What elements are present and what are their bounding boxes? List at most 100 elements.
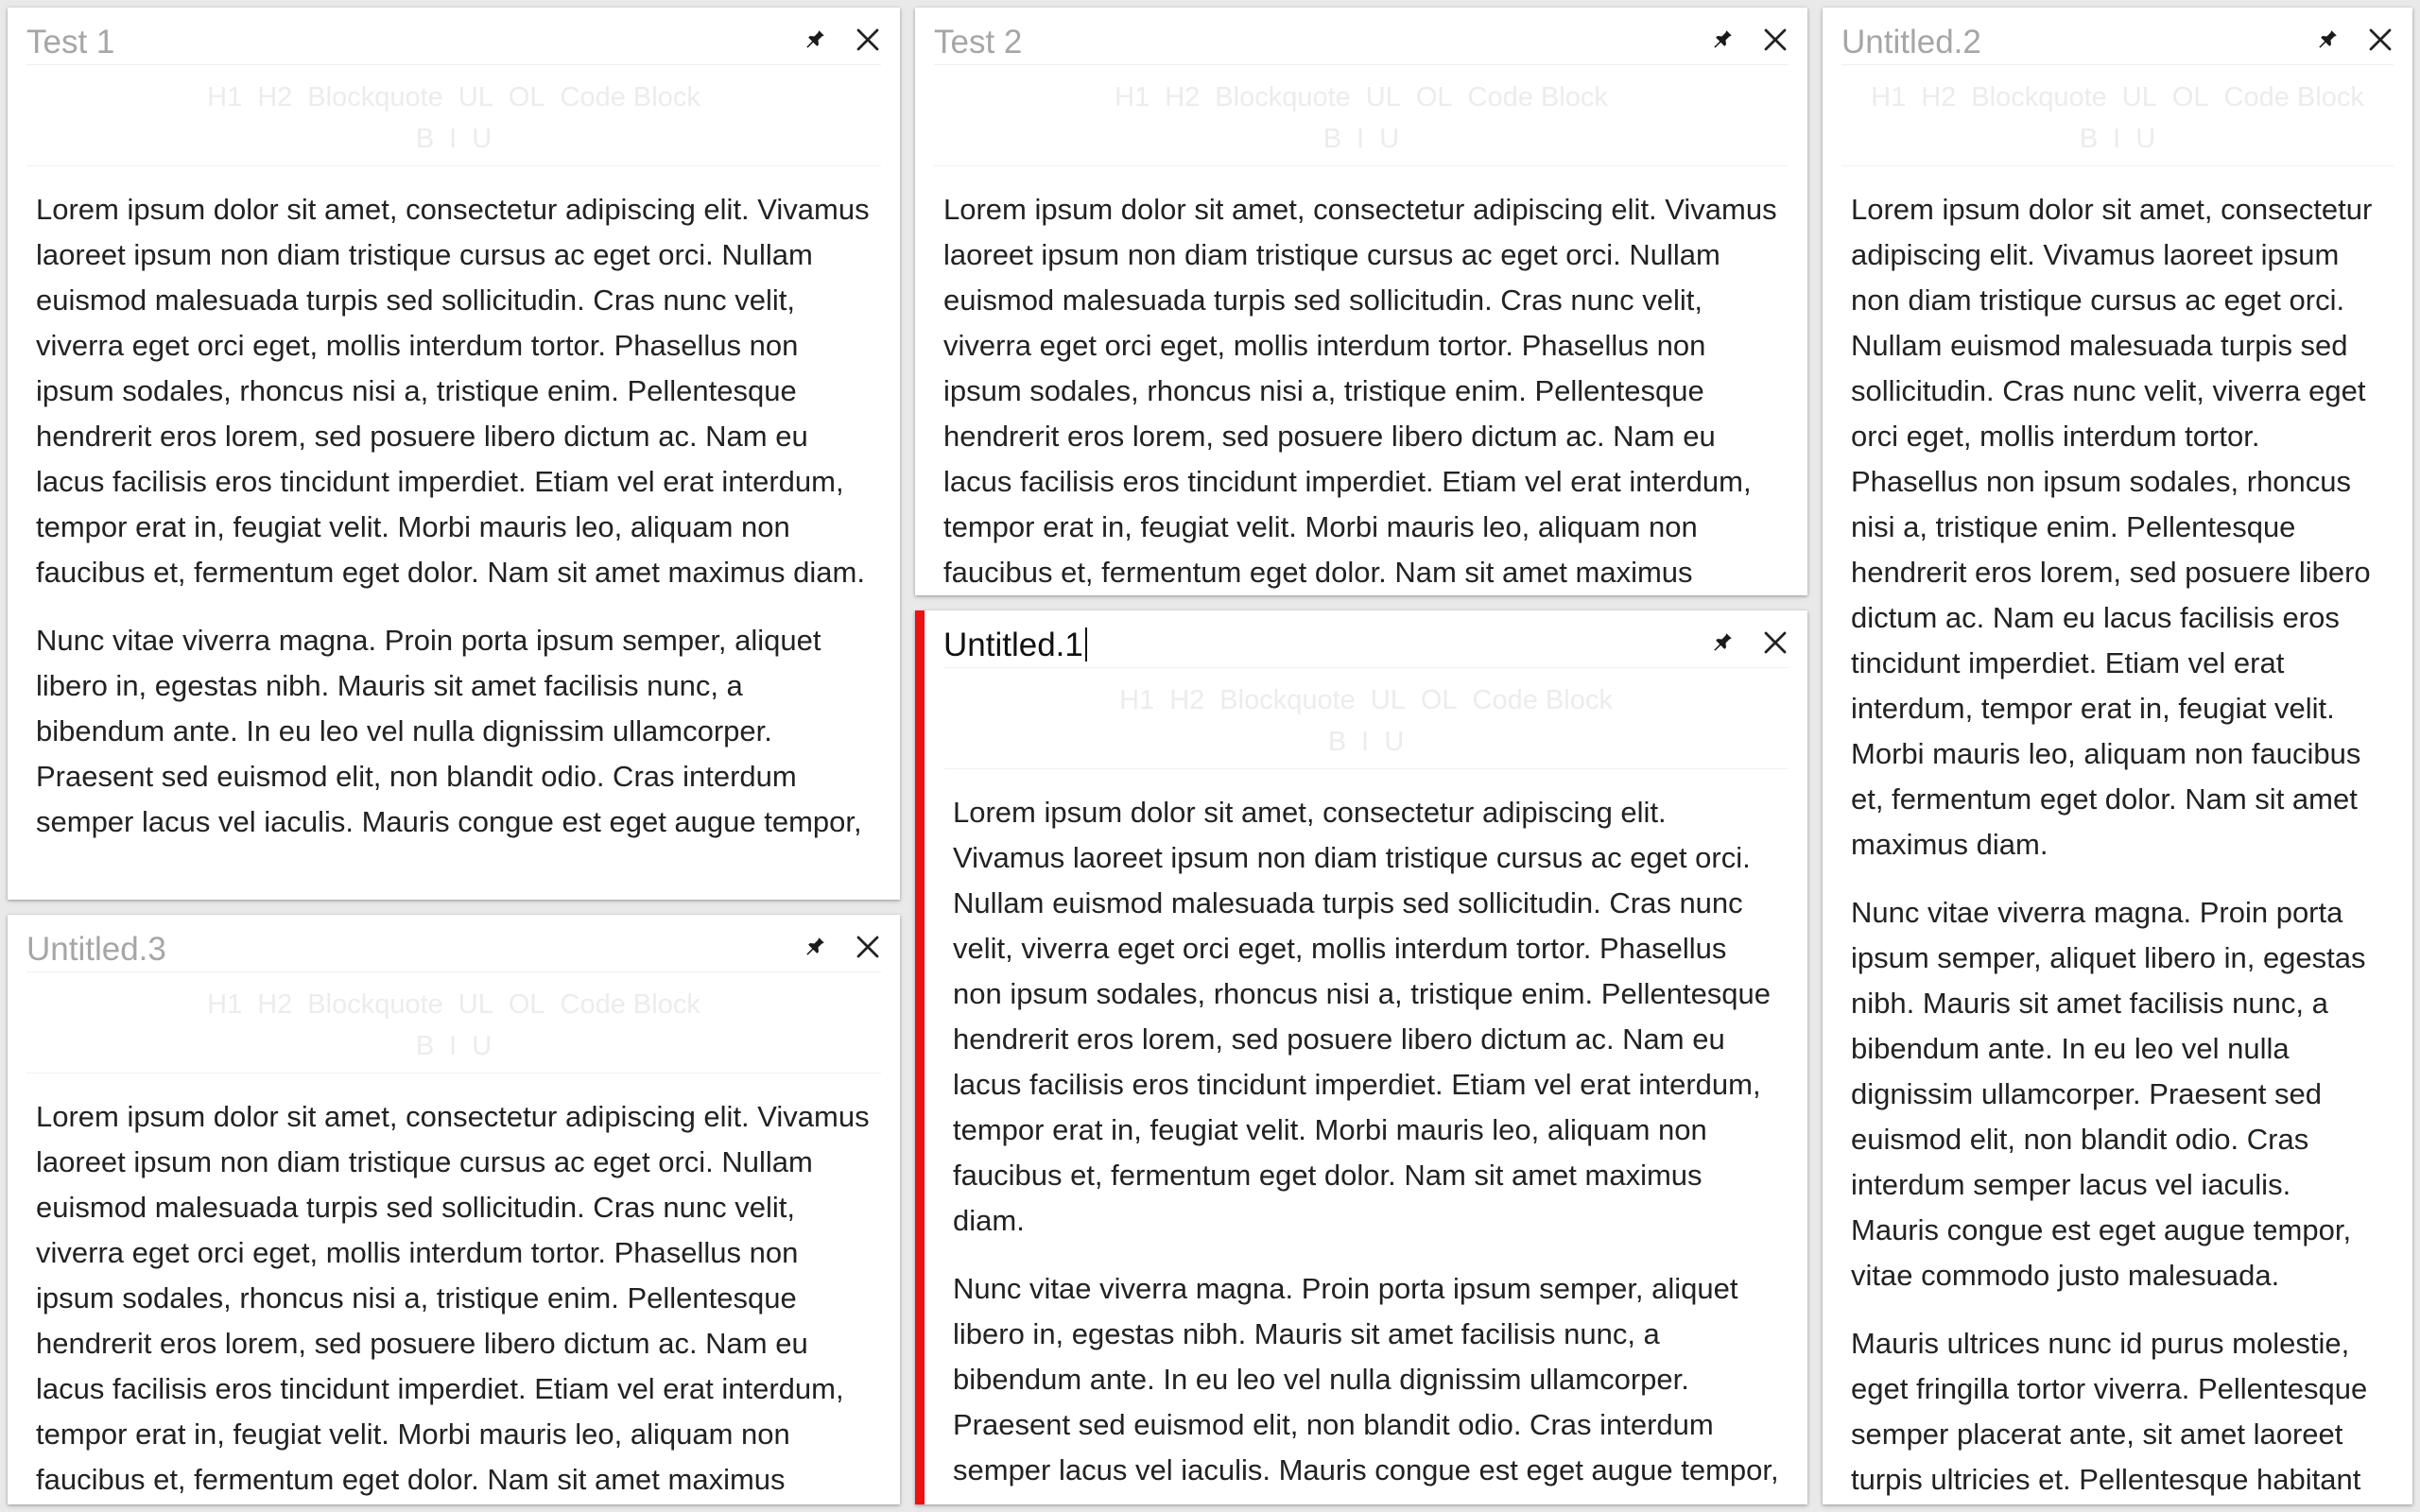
format-ol-button[interactable]: OL bbox=[2172, 77, 2209, 118]
note-title-row: Test 1 bbox=[26, 8, 881, 65]
note-paragraph: Nunc vitae viverra magna. Proin porta ip… bbox=[36, 624, 862, 838]
note-title-text: Test 2 bbox=[934, 24, 1023, 60]
format-blockquote-button[interactable]: Blockquote bbox=[307, 77, 443, 118]
format-h1-button[interactable]: H1 bbox=[1119, 679, 1154, 721]
format-ol-button[interactable]: OL bbox=[1421, 679, 1458, 721]
format-toolbar: H1 H2 Blockquote UL OL Code Block BIU bbox=[943, 668, 1789, 769]
format-italic-button[interactable]: I bbox=[1361, 721, 1369, 763]
format-underline-button[interactable]: U bbox=[2135, 118, 2155, 160]
close-icon[interactable] bbox=[849, 21, 887, 59]
note-title-text: Untitled.1 bbox=[943, 627, 1083, 663]
close-icon[interactable] bbox=[2361, 21, 2399, 59]
format-code-block-button[interactable]: Code Block bbox=[2224, 77, 2364, 118]
pin-icon[interactable] bbox=[1703, 624, 1741, 662]
close-icon[interactable] bbox=[849, 928, 887, 966]
format-toolbar: H1 H2 Blockquote UL OL Code Block BIU bbox=[934, 65, 1789, 166]
note-paragraph: Lorem ipsum dolor sit amet, consectetur … bbox=[1851, 193, 2373, 861]
note-card-untitled-3: Untitled.3 H1 H2 Blockquote UL OL Code Block … bbox=[8, 915, 900, 1504]
format-h2-button[interactable]: H2 bbox=[257, 77, 292, 118]
note-title-text: Untitled.2 bbox=[1841, 24, 1981, 60]
format-bold-button[interactable]: B bbox=[416, 1025, 434, 1067]
format-italic-button[interactable]: I bbox=[449, 118, 457, 160]
note-title-row: Untitled.2 bbox=[1841, 8, 2394, 65]
note-title[interactable]: Untitled.3 bbox=[26, 930, 166, 970]
format-underline-button[interactable]: U bbox=[1379, 118, 1399, 160]
format-ul-button[interactable]: UL bbox=[2122, 77, 2157, 118]
note-paragraph: Lorem ipsum dolor sit amet, consectetur … bbox=[953, 796, 1772, 1237]
format-code-block-button[interactable]: Code Block bbox=[561, 77, 700, 118]
format-bold-button[interactable]: B bbox=[2080, 118, 2098, 160]
note-content[interactable]: Lorem ipsum dolor sit amet, consectetur … bbox=[925, 769, 1807, 1493]
note-paragraph: Mauris ultrices nunc id purus molestie, … bbox=[1851, 1327, 2368, 1496]
format-italic-button[interactable]: I bbox=[449, 1025, 457, 1067]
format-italic-button[interactable]: I bbox=[2113, 118, 2120, 160]
format-bold-button[interactable]: B bbox=[416, 118, 434, 160]
format-blockquote-button[interactable]: Blockquote bbox=[307, 984, 443, 1025]
note-title[interactable]: Untitled.2 bbox=[1841, 23, 1981, 62]
format-toolbar-block-row: H1 H2 Blockquote UL OL Code Block bbox=[1841, 77, 2394, 118]
format-toolbar-block-row: H1 H2 Blockquote UL OL Code Block bbox=[26, 77, 881, 118]
pin-icon[interactable] bbox=[2308, 21, 2346, 59]
format-bold-button[interactable]: B bbox=[1328, 721, 1346, 763]
note-card-untitled-2: Untitled.2 H1 H2 Blockquote UL OL Code Block … bbox=[1823, 8, 2412, 1504]
format-ul-button[interactable]: UL bbox=[1366, 77, 1401, 118]
format-h2-button[interactable]: H2 bbox=[1921, 77, 1956, 118]
format-toolbar-block-row: H1 H2 Blockquote UL OL Code Block bbox=[943, 679, 1789, 721]
note-title-row: Untitled.3 bbox=[26, 915, 881, 972]
format-underline-button[interactable]: U bbox=[1384, 721, 1404, 763]
format-code-block-button[interactable]: Code Block bbox=[1468, 77, 1608, 118]
format-toolbar-inline-row: BIU bbox=[943, 721, 1789, 763]
note-content[interactable]: Lorem ipsum dolor sit amet, consectetur … bbox=[8, 1074, 900, 1503]
note-title[interactable]: Test 2 bbox=[934, 23, 1022, 62]
note-title-text: Untitled.3 bbox=[26, 931, 166, 968]
note-card-test-2: Test 2 H1 H2 Blockquote UL OL Code Block BIU … bbox=[915, 8, 1807, 595]
format-h1-button[interactable]: H1 bbox=[207, 77, 242, 118]
format-ol-button[interactable]: OL bbox=[1416, 77, 1453, 118]
format-toolbar-inline-row: BIU bbox=[26, 118, 881, 160]
format-ul-button[interactable]: UL bbox=[458, 984, 493, 1025]
pin-icon[interactable] bbox=[796, 928, 834, 966]
format-toolbar-inline-row: BIU bbox=[1841, 118, 2394, 160]
note-paragraph: Nunc vitae viverra magna. Proin porta ip… bbox=[953, 1272, 1779, 1486]
format-toolbar-block-row: H1 H2 Blockquote UL OL Code Block bbox=[26, 984, 881, 1025]
close-icon[interactable] bbox=[1756, 624, 1794, 662]
format-h2-button[interactable]: H2 bbox=[1169, 679, 1204, 721]
format-toolbar-inline-row: BIU bbox=[934, 118, 1789, 160]
format-h1-button[interactable]: H1 bbox=[1871, 77, 1906, 118]
format-italic-button[interactable]: I bbox=[1357, 118, 1364, 160]
format-toolbar-inline-row: BIU bbox=[26, 1025, 881, 1067]
format-blockquote-button[interactable]: Blockquote bbox=[1215, 77, 1351, 118]
note-paragraph: Nunc vitae viverra magna. Proin porta ip… bbox=[1851, 896, 2366, 1292]
format-toolbar: H1 H2 Blockquote UL OL Code Block BIU bbox=[1841, 65, 2394, 166]
note-title[interactable]: Test 1 bbox=[26, 23, 114, 62]
format-toolbar: H1 H2 Blockquote UL OL Code Block BIU bbox=[26, 972, 881, 1074]
format-blockquote-button[interactable]: Blockquote bbox=[1971, 77, 2107, 118]
note-title[interactable]: Untitled.1 bbox=[943, 626, 1087, 665]
format-ul-button[interactable]: UL bbox=[458, 77, 493, 118]
format-ol-button[interactable]: OL bbox=[509, 984, 545, 1025]
format-blockquote-button[interactable]: Blockquote bbox=[1219, 679, 1356, 721]
pin-icon[interactable] bbox=[796, 21, 834, 59]
format-h2-button[interactable]: H2 bbox=[1165, 77, 1200, 118]
close-icon[interactable] bbox=[1756, 21, 1794, 59]
note-content[interactable]: Lorem ipsum dolor sit amet, consectetur … bbox=[1823, 166, 2412, 1503]
format-code-block-button[interactable]: Code Block bbox=[1473, 679, 1613, 721]
note-title-text: Test 1 bbox=[26, 24, 115, 60]
format-toolbar-block-row: H1 H2 Blockquote UL OL Code Block bbox=[934, 77, 1789, 118]
format-underline-button[interactable]: U bbox=[472, 1025, 492, 1067]
note-content[interactable]: Lorem ipsum dolor sit amet, consectetur … bbox=[8, 166, 900, 845]
note-content[interactable]: Lorem ipsum dolor sit amet, consectetur … bbox=[915, 166, 1807, 595]
note-title-row: Untitled.1 bbox=[943, 610, 1789, 668]
note-title-row: Test 2 bbox=[934, 8, 1789, 65]
format-h1-button[interactable]: H1 bbox=[207, 984, 242, 1025]
format-underline-button[interactable]: U bbox=[472, 118, 492, 160]
pin-icon[interactable] bbox=[1703, 21, 1741, 59]
format-h2-button[interactable]: H2 bbox=[257, 984, 292, 1025]
format-ol-button[interactable]: OL bbox=[509, 77, 545, 118]
format-bold-button[interactable]: B bbox=[1323, 118, 1341, 160]
format-ul-button[interactable]: UL bbox=[1371, 679, 1406, 721]
text-cursor bbox=[1084, 627, 1087, 662]
format-code-block-button[interactable]: Code Block bbox=[561, 984, 700, 1025]
format-h1-button[interactable]: H1 bbox=[1115, 77, 1150, 118]
note-paragraph: Lorem ipsum dolor sit amet, consectetur … bbox=[36, 1100, 870, 1496]
